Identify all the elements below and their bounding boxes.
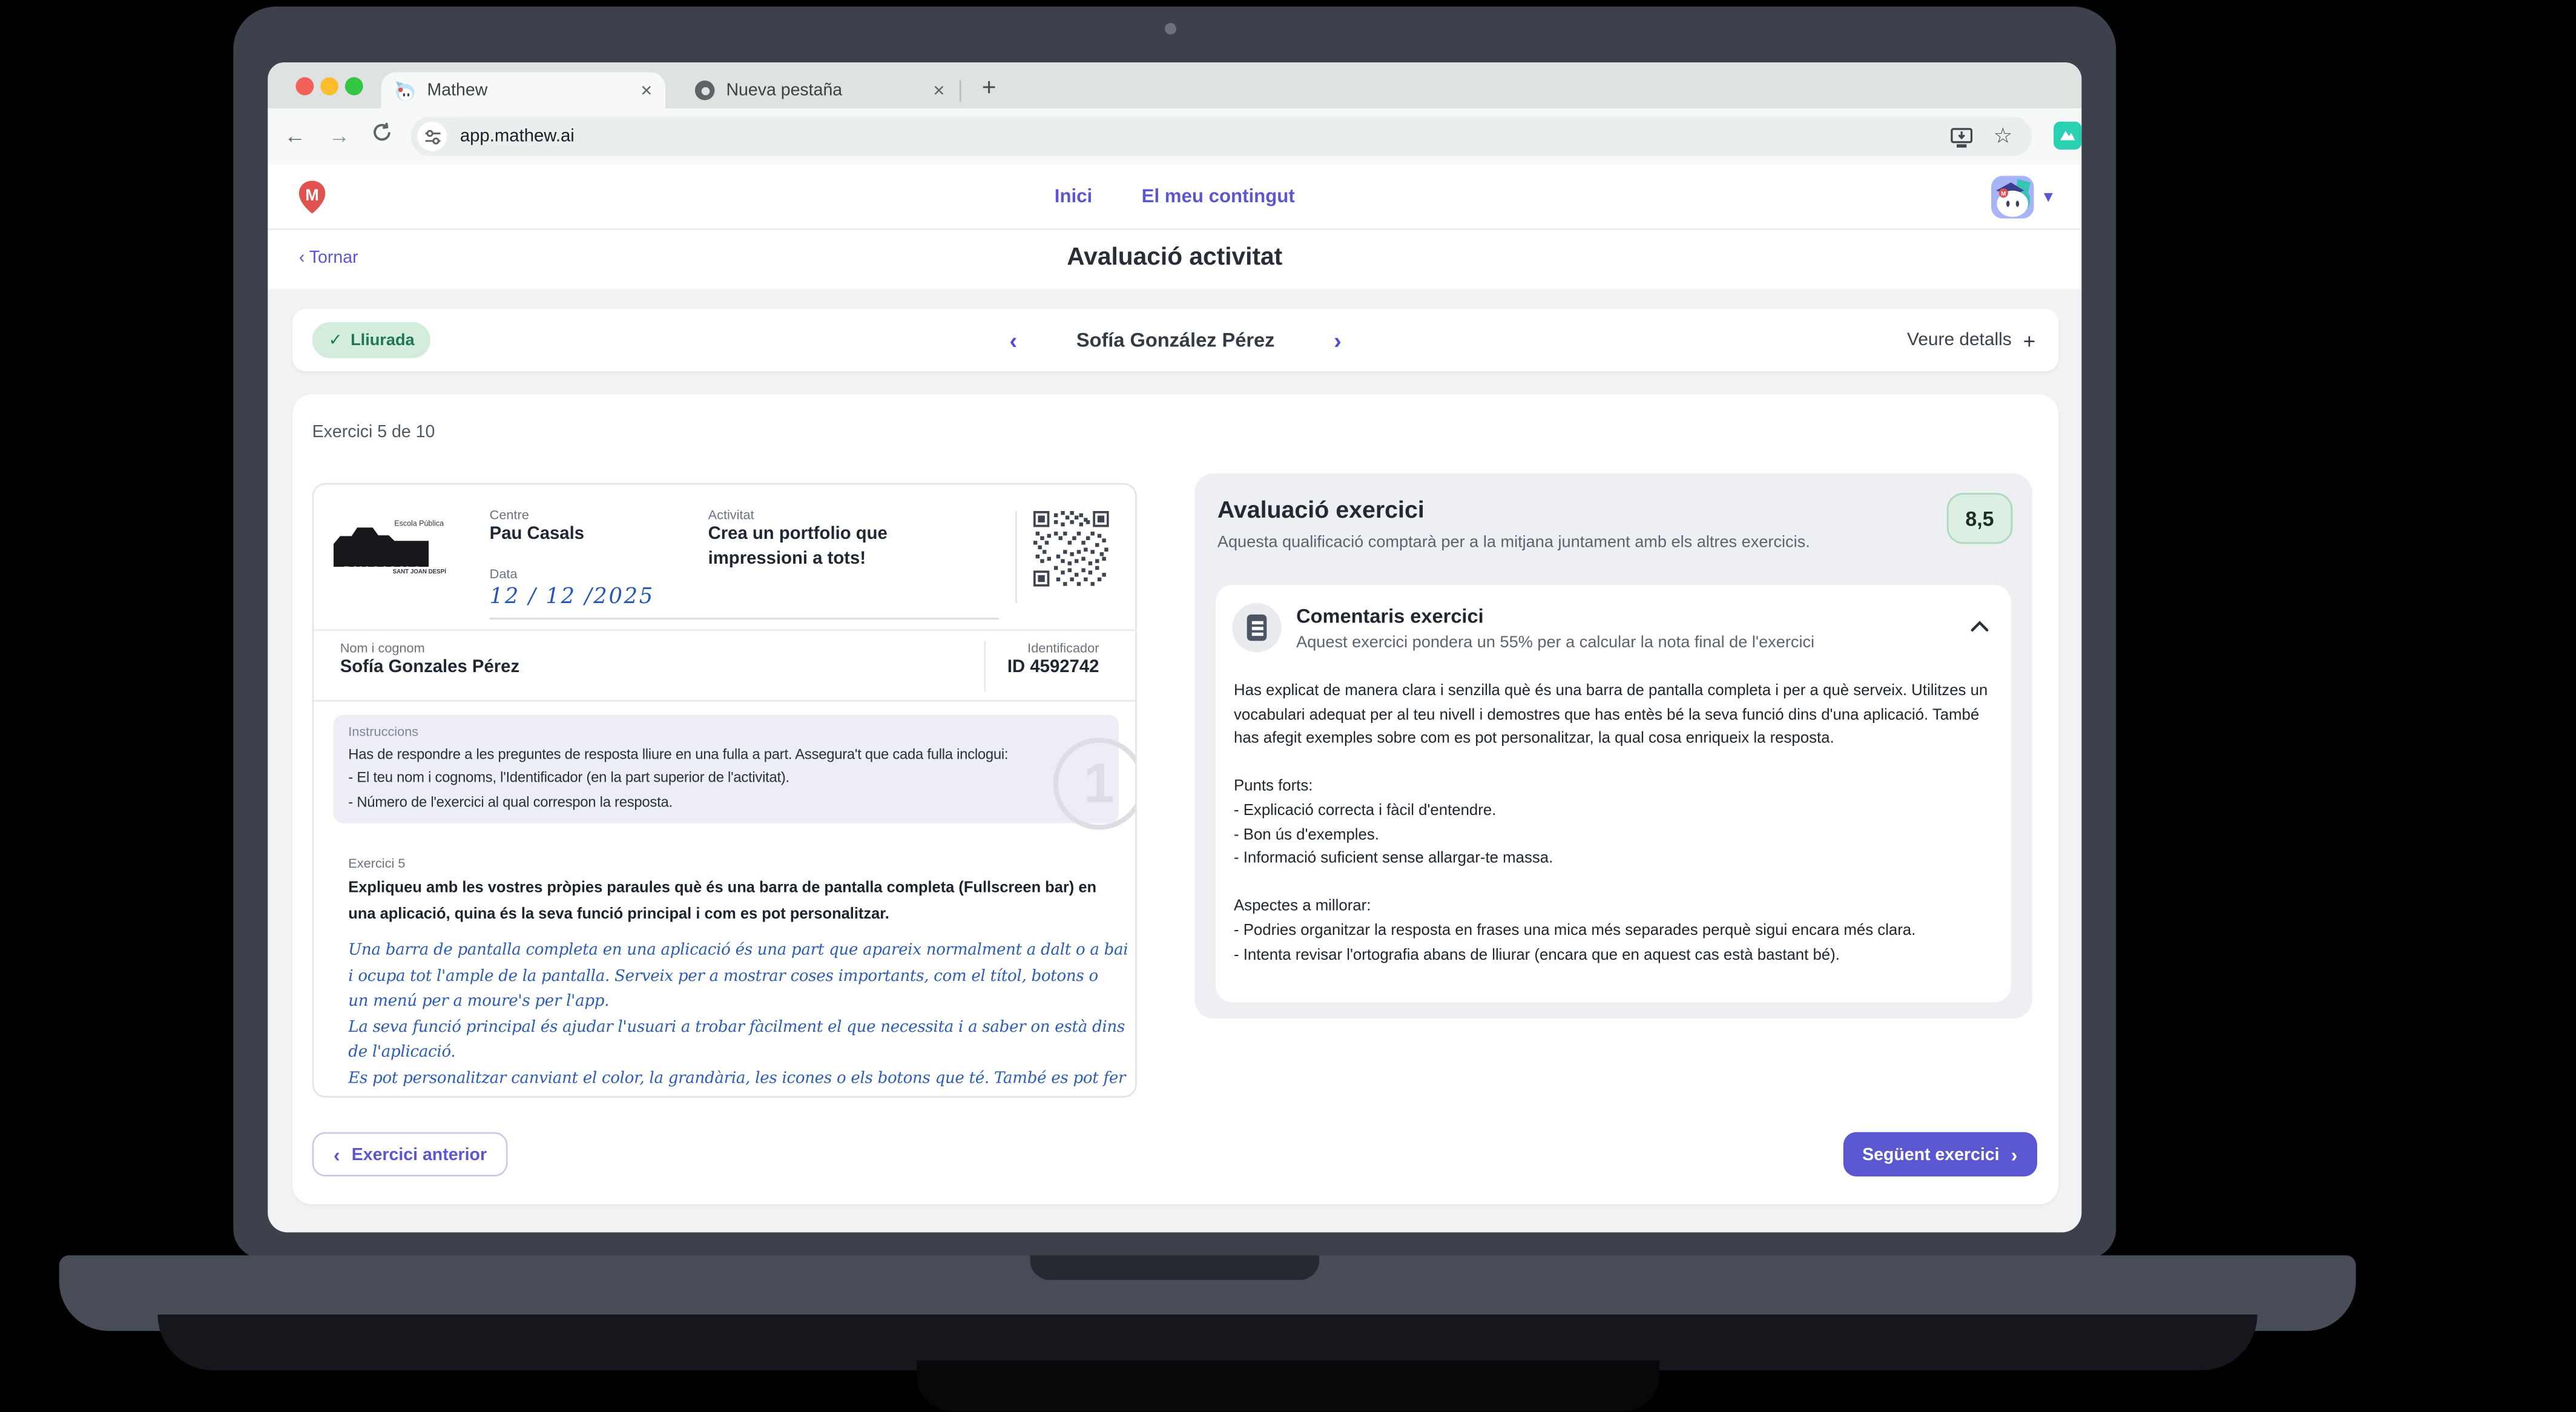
app-header: M Inici El meu contingut M ▾ <box>268 164 2082 230</box>
student-navigator: ‹ Sofía González Pérez › <box>292 309 2058 371</box>
evaluation-panel: Avaluació exercici 8,5 Aquesta qualifica… <box>1194 473 2032 1019</box>
page-number-watermark: 1 <box>1053 737 1136 830</box>
student-row: Nom i cognom Sofía Gonzales Pérez Identi… <box>314 631 1136 702</box>
browser-window: Mathew × Nueva pestaña × + ← → app.mathe… <box>268 62 2082 1233</box>
next-exercise-label: Següent exercici <box>1862 1144 2000 1164</box>
handwritten-answer: Una barra de pantalla completa en una ap… <box>348 941 1127 1096</box>
browser-toolbar: ← → app.mathew.ai ☆ <box>268 108 2082 165</box>
tab-separator <box>959 80 961 102</box>
evaluation-subtitle: Aquesta qualificació comptarà per a la m… <box>1217 533 1810 552</box>
qr-code <box>1033 510 1109 587</box>
user-avatar[interactable]: M <box>1991 176 2034 219</box>
status-bar: ✓ Lliurada ‹ Sofía González Pérez › Veur… <box>292 309 2059 372</box>
screenshot-stage: Mathew × Nueva pestaña × + ← → app.mathe… <box>0 0 2576 1412</box>
webcam-dot <box>1165 22 1177 35</box>
maximize-window-button[interactable] <box>344 77 363 96</box>
date-underline <box>489 618 999 620</box>
view-details-button[interactable]: Veure detalls + <box>1907 309 2035 371</box>
school-logo-bottom-text: SANT JOAN DESPÍ <box>392 568 446 575</box>
vpn-extension-icon[interactable] <box>2054 121 2082 150</box>
instructions-text: Has de respondre a les preguntes de resp… <box>348 746 1009 810</box>
laptop-base-notch <box>1030 1255 1320 1280</box>
tab-title: Mathew <box>427 80 488 101</box>
name-label: Nom i cognom <box>340 641 425 656</box>
student-name: Sofía González Pérez <box>1076 328 1275 352</box>
tab-title: Nueva pestaña <box>726 80 843 101</box>
avatar-caret-down-icon[interactable]: ▾ <box>2044 186 2053 207</box>
centre-value: Pau Casals <box>489 524 585 544</box>
tab-strip: Mathew × Nueva pestaña × + <box>268 62 2082 109</box>
next-exercise-button[interactable]: Següent exercici › <box>1842 1132 2037 1177</box>
evaluation-title: Avaluació exercici <box>1217 498 1425 524</box>
forward-icon[interactable]: → <box>329 124 350 150</box>
back-icon[interactable]: ← <box>284 124 305 150</box>
tab-mathew[interactable]: Mathew × <box>381 72 666 109</box>
laptop-base-shadow <box>917 1360 1659 1412</box>
page-title: Avaluació activitat <box>1067 243 1283 271</box>
school-logo-top-text: Escola Pública <box>394 519 444 528</box>
url-text[interactable]: app.mathew.ai <box>460 127 2032 147</box>
previous-exercise-label: Exercici anterior <box>351 1144 487 1164</box>
school-logo: Escola Pública PAU CASALS SANT JOAN DESP… <box>333 514 475 580</box>
exercise-card: Exercici 5 de 10 Escola Pública PAU CASA… <box>292 394 2059 1205</box>
collapse-chevron-up-icon[interactable] <box>1970 611 1990 641</box>
comments-doc-icon <box>1232 602 1282 653</box>
school-logo-mark <box>333 527 429 567</box>
site-settings-icon[interactable] <box>417 121 447 151</box>
bookmark-star-icon[interactable]: ☆ <box>1994 124 2013 150</box>
exercise-label: Exercici 5 <box>348 856 406 871</box>
page-title-row: ‹ Tornar Avaluació activitat <box>268 229 2082 289</box>
new-tab-button[interactable]: + <box>971 71 1007 107</box>
plus-icon: + <box>2023 328 2036 353</box>
comments-body: Has explicat de manera clara i senzilla … <box>1233 682 1988 964</box>
comments-card: Comentaris exercici Aquest exercici pond… <box>1216 585 2011 1003</box>
exercise-counter: Exercici 5 de 10 <box>312 422 435 442</box>
install-app-icon[interactable] <box>1950 126 1973 156</box>
activity-value: Crea un portfolio que impressioni a tots… <box>708 524 888 568</box>
close-tab-icon[interactable]: × <box>641 81 652 101</box>
mathew-favicon-icon <box>395 80 415 101</box>
chrome-icon <box>694 80 715 101</box>
previous-exercise-button[interactable]: ‹ Exercici anterior <box>312 1132 509 1177</box>
date-field: Data 12 / 12 /2025 <box>490 567 983 610</box>
tab-new-tab[interactable]: Nueva pestaña × <box>682 72 958 108</box>
worksheet-header: Escola Pública PAU CASALS SANT JOAN DESP… <box>314 485 1136 632</box>
worksheet-scan[interactable]: Escola Pública PAU CASALS SANT JOAN DESP… <box>312 483 1137 1098</box>
name-value: Sofía Gonzales Pérez <box>340 657 520 678</box>
reload-icon[interactable] <box>371 122 392 150</box>
nav-inici[interactable]: Inici <box>1055 187 1092 207</box>
prev-student-icon[interactable]: ‹ <box>1009 327 1017 353</box>
minimize-window-button[interactable] <box>320 77 339 96</box>
chevron-left-icon: ‹ <box>333 1143 340 1166</box>
close-tab-icon[interactable]: × <box>933 81 944 101</box>
grade-badge: 8,5 <box>1946 493 2013 544</box>
activity-label: Activitat <box>708 507 754 523</box>
nav-el-meu-contingut[interactable]: El meu contingut <box>1142 187 1295 207</box>
header-divider <box>1015 510 1017 603</box>
url-bar[interactable]: app.mathew.ai ☆ <box>410 116 2032 156</box>
app-nav: Inici El meu contingut <box>268 164 2081 230</box>
comments-subtitle: Aquest exercici pondera un 55% per a cal… <box>1296 634 1815 653</box>
identifier-value: ID 4592742 <box>1007 657 1099 678</box>
identifier-label: Identificador <box>1027 641 1099 656</box>
centre-label: Centre <box>489 507 529 523</box>
exercise-question: Expliqueu amb les vostres pròpies paraul… <box>348 877 1097 923</box>
date-handwritten-value: 12 / 12 /2025 <box>489 585 654 610</box>
close-window-button[interactable] <box>295 77 314 96</box>
svg-text:M: M <box>2001 191 2006 197</box>
next-student-icon[interactable]: › <box>1334 327 1342 353</box>
instructions-label: Instruccions <box>348 724 419 740</box>
instructions-box: Instruccions Has de respondre a les preg… <box>333 714 1119 823</box>
page-content: ✓ Lliurada ‹ Sofía González Pérez › Veur… <box>268 289 2082 1233</box>
student-row-divider <box>984 641 986 692</box>
centre-field: Centre Pau Casals <box>490 508 687 547</box>
date-label: Data <box>489 567 518 582</box>
comments-title: Comentaris exercici <box>1296 604 1484 628</box>
chevron-right-icon: › <box>2011 1143 2018 1166</box>
activity-field: Activitat Crea un portfolio que impressi… <box>708 508 991 570</box>
view-details-label: Veure detalls <box>1907 330 2012 351</box>
